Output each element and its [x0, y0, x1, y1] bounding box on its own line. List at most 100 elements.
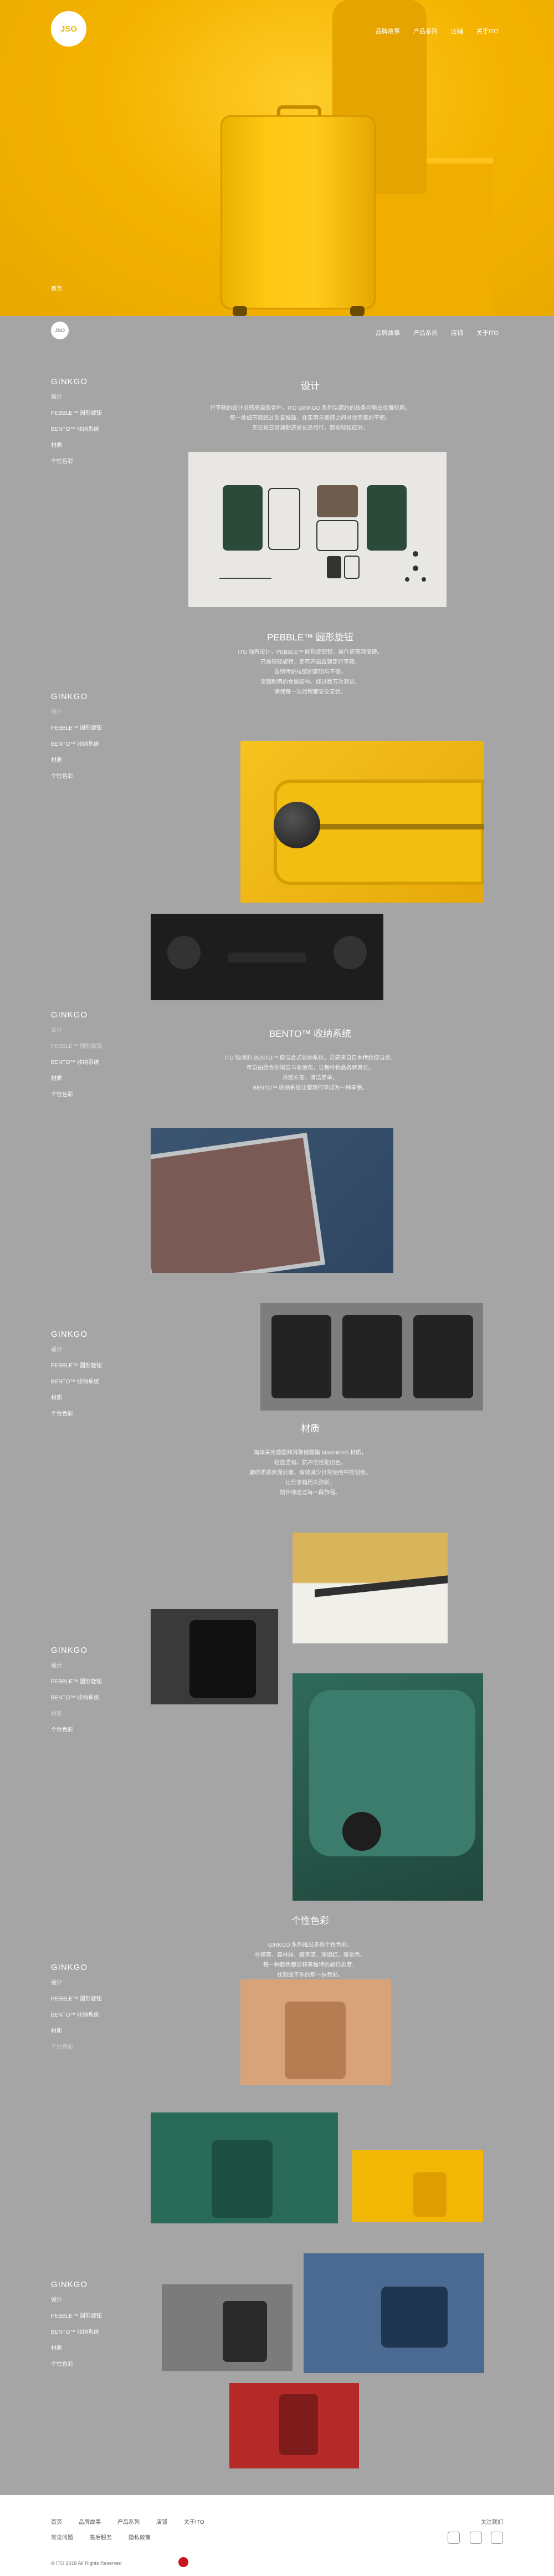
section-text-pebble: ITO 独有设计，PEBBLE™ 圆形旋钮锁，操作更直观便捷。 只需轻轻旋转，即… [238, 649, 383, 695]
section-title-material: 材质 [301, 1423, 320, 1434]
sidebar-item-pebble[interactable]: PEBBLE™ 圆形旋钮 [51, 1994, 129, 2002]
footer: 首页 品牌故事 产品系列 店铺 关于ITO 常见问题 售后服务 隐私政策 关注我… [0, 2495, 554, 2576]
sidebar-item-design[interactable]: 设计 [51, 707, 129, 715]
hero-suitcase [220, 115, 376, 309]
yellow-suitcase [413, 2172, 447, 2217]
nav-item[interactable]: 关于ITO [476, 27, 499, 35]
sidebar-item-pebble[interactable]: PEBBLE™ 圆形旋钮 [51, 1677, 129, 1685]
sidebar-item-material[interactable]: 材质 [51, 1393, 129, 1401]
sidebar-item-design[interactable]: 设计 [51, 1025, 129, 1034]
sidebar-item-color[interactable]: 个性色彩 [51, 456, 129, 465]
footer-link[interactable]: 品牌故事 [79, 2517, 101, 2526]
sidebar-item-color[interactable]: 个性色彩 [51, 2042, 129, 2050]
pebble-lock-image [240, 741, 484, 903]
sidebar-item-color[interactable]: 个性色彩 [51, 2359, 129, 2368]
sidebar-item-pebble[interactable]: PEBBLE™ 圆形旋钮 [51, 408, 129, 416]
material-green-image [293, 1673, 483, 1901]
color-red-image [229, 2383, 359, 2468]
nav-item[interactable]: 品牌故事 [376, 27, 400, 35]
footer-links: 首页 品牌故事 产品系列 店铺 关于ITO [51, 2517, 204, 2526]
nav-item[interactable]: 关于ITO [476, 328, 499, 337]
sidebar-item-design[interactable]: 设计 [51, 392, 129, 400]
sidebar-nav: GINKGO 设计 PEBBLE™ 圆形旋钮 BENTO™ 收纳系统 材质 个性… [51, 1330, 129, 1425]
footer-link[interactable]: 隐私政策 [129, 2533, 151, 2541]
sidebar-item-design[interactable]: 设计 [51, 1345, 129, 1353]
material-texture-image [293, 1533, 448, 1643]
color-grey-image [162, 2284, 293, 2371]
footer-link[interactable]: 店铺 [156, 2517, 167, 2526]
sidebar-title: GINKGO [51, 692, 88, 701]
pebble-knob [274, 802, 320, 848]
weibo-icon[interactable] [448, 2532, 460, 2544]
sidebar-item-material[interactable]: 材质 [51, 755, 129, 763]
footer-link[interactable]: 产品系列 [117, 2517, 140, 2526]
sidebar-title: GINKGO [51, 377, 88, 386]
sidebar-item-design[interactable]: 设计 [51, 2295, 129, 2303]
sidebar-item-color[interactable]: 个性色彩 [51, 1725, 129, 1733]
black-suitcase [189, 1620, 256, 1698]
sidebar-nav: GINKGO 设计 PEBBLE™ 圆形旋钮 BENTO™ 收纳系统 材质 个性… [51, 692, 129, 787]
nav-item[interactable]: 产品系列 [413, 328, 438, 337]
sidebar-item-pebble[interactable]: PEBBLE™ 圆形旋钮 [51, 1361, 129, 1369]
sidebar-item-bento[interactable]: BENTO™ 收纳系统 [51, 424, 129, 432]
brand-logo-small[interactable]: JSO [51, 322, 69, 339]
hero-tag: 首页 [51, 286, 62, 292]
sidebar-nav: GINKGO 设计 PEBBLE™ 圆形旋钮 BENTO™ 收纳系统 材质 个性… [51, 1963, 129, 2058]
sidebar-title: GINKGO [51, 1963, 88, 1972]
sidebar-item-material[interactable]: 材质 [51, 1709, 129, 1717]
instagram-icon[interactable] [491, 2532, 503, 2544]
sidebar-item-material[interactable]: 材质 [51, 440, 129, 449]
sidebar-item-bento[interactable]: BENTO™ 收纳系统 [51, 739, 129, 747]
green-suitcase [309, 1690, 475, 1856]
sidebar-title: GINKGO [51, 1330, 88, 1339]
sidebar-item-pebble[interactable]: PEBBLE™ 圆形旋钮 [51, 2311, 129, 2319]
police-badge-icon [178, 2557, 188, 2567]
sidebar-item-material[interactable]: 材质 [51, 1073, 129, 1082]
color-apricot-image [240, 1979, 391, 2085]
nav-item[interactable]: 品牌故事 [376, 328, 400, 337]
sidebar-nav: GINKGO 设计 PEBBLE™ 圆形旋钮 BENTO™ 收纳系统 材质 个性… [51, 377, 129, 472]
sidebar-nav: GINKGO 设计 PEBBLE™ 圆形旋钮 BENTO™ 收纳系统 材质 个性… [51, 1010, 129, 1106]
suitcase-wheel [342, 1812, 381, 1851]
apricot-suitcase [285, 2002, 346, 2079]
suitcase-top-image [151, 914, 383, 1000]
nav-item[interactable]: 店铺 [451, 328, 463, 337]
sidebar-item-bento[interactable]: BENTO™ 收纳系统 [51, 2327, 129, 2335]
material-edge [315, 1575, 448, 1597]
section-title-pebble: PEBBLE™ 圆形旋钮 [267, 632, 353, 643]
nav-item[interactable]: 产品系列 [413, 27, 438, 35]
footer-link[interactable]: 常见问题 [51, 2533, 73, 2541]
sidebar-item-material[interactable]: 材质 [51, 2026, 129, 2034]
organizer-tray [342, 1315, 402, 1398]
sidebar-item-pebble[interactable]: PEBBLE™ 圆形旋钮 [51, 1041, 129, 1050]
wheel-left [167, 936, 201, 969]
footer-link[interactable]: 首页 [51, 2517, 62, 2526]
hero-banner: JSO 品牌故事 产品系列 店铺 关于ITO 首页 [0, 0, 554, 316]
sidebar-item-color[interactable]: 个性色彩 [51, 771, 129, 780]
nav-item[interactable]: 店铺 [451, 27, 463, 35]
organizer-tray [271, 1315, 331, 1398]
exploded-view-illustration [219, 485, 426, 582]
secondary-header: JSO [51, 322, 69, 339]
footer-links-secondary: 常见问题 售后服务 隐私政策 [51, 2533, 151, 2541]
section-title-bento: BENTO™ 收纳系统 [269, 1029, 351, 1039]
sidebar-item-pebble[interactable]: PEBBLE™ 圆形旋钮 [51, 723, 129, 731]
sidebar-item-material[interactable]: 材质 [51, 2343, 129, 2351]
exploded-view-image [188, 452, 447, 607]
sidebar-item-bento[interactable]: BENTO™ 收纳系统 [51, 1693, 129, 1701]
sidebar-item-color[interactable]: 个性色彩 [51, 1409, 129, 1417]
sidebar-item-bento[interactable]: BENTO™ 收纳系统 [51, 1377, 129, 1385]
sidebar-item-color[interactable]: 个性色彩 [51, 1090, 129, 1098]
footer-link[interactable]: 售后服务 [90, 2533, 112, 2541]
footer-link[interactable]: 关于ITO [184, 2517, 204, 2526]
sidebar-item-bento[interactable]: BENTO™ 收纳系统 [51, 2010, 129, 2018]
suitcase-handle [228, 953, 306, 963]
sidebar-item-design[interactable]: 设计 [51, 1661, 129, 1669]
sidebar-title: GINKGO [51, 1646, 88, 1655]
wechat-icon[interactable] [470, 2532, 482, 2544]
navy-suitcase [381, 2287, 448, 2348]
sidebar-item-bento[interactable]: BENTO™ 收纳系统 [51, 1057, 129, 1066]
brand-logo[interactable]: JSO [51, 11, 86, 47]
sidebar-item-design[interactable]: 设计 [51, 1978, 129, 1986]
color-navy-image [304, 2253, 484, 2373]
